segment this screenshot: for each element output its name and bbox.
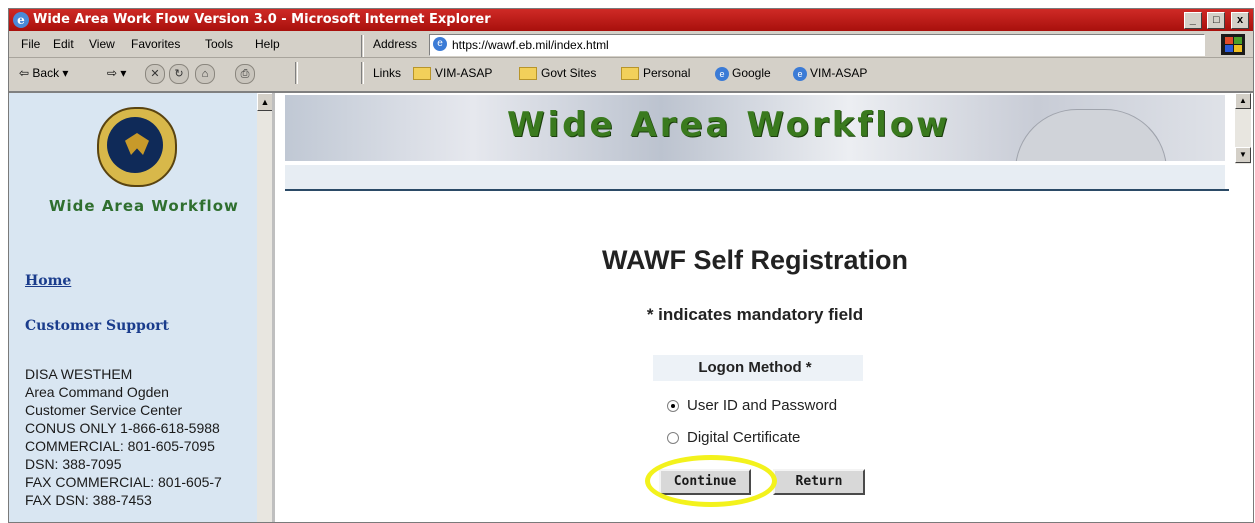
- separator: [295, 62, 298, 84]
- link-vim-asap-2[interactable]: e VIM-ASAP: [793, 66, 867, 81]
- link-label: VIM-ASAP: [435, 66, 493, 80]
- browser-window: e Wide Area Work Flow Version 3.0 - Micr…: [8, 8, 1254, 523]
- stop-icon[interactable]: ✕: [145, 64, 165, 84]
- back-button[interactable]: ⇦ Back ▾: [19, 66, 68, 80]
- maximize-button[interactable]: □: [1207, 12, 1226, 29]
- folder-icon: [621, 67, 639, 81]
- page-icon: e: [433, 37, 447, 51]
- menu-view[interactable]: View: [89, 37, 115, 51]
- ie-page-icon: e: [793, 66, 807, 81]
- option-label: User ID and Password: [687, 397, 838, 414]
- link-google[interactable]: e Google: [715, 66, 771, 81]
- link-label: Govt Sites: [541, 66, 597, 80]
- ie-logo-icon: e: [13, 12, 29, 28]
- link-govt-sites[interactable]: Govt Sites: [519, 66, 597, 81]
- sidebar-item-home[interactable]: Home: [25, 273, 71, 289]
- link-personal[interactable]: Personal: [621, 66, 691, 81]
- scroll-up-arrow-icon[interactable]: ▲: [1235, 93, 1251, 109]
- links-label: Links: [373, 66, 402, 80]
- separator: [361, 35, 364, 57]
- title-bar: e Wide Area Work Flow Version 3.0 - Micr…: [9, 9, 1253, 31]
- main-pane: Wide Area Workflow WAWF Self Registratio…: [275, 93, 1253, 522]
- option-digital-certificate[interactable]: Digital Certificate: [667, 429, 800, 446]
- logon-method-label: Logon Method *: [698, 359, 812, 376]
- contact-line: FAX DSN: 388-7453: [25, 492, 152, 508]
- scroll-up-arrow-icon[interactable]: ▲: [257, 93, 272, 111]
- close-button[interactable]: x: [1231, 12, 1249, 29]
- sidebar-scrollbar[interactable]: ▲: [257, 93, 272, 522]
- banner-band: [285, 165, 1225, 189]
- contact-line: DISA WESTHEM: [25, 366, 133, 382]
- address-label: Address: [373, 37, 418, 51]
- windows-logo-icon: [1221, 34, 1245, 55]
- mandatory-note: * indicates mandatory field: [646, 305, 864, 324]
- content-area: Wide Area Workflow Home Customer Support…: [9, 91, 1253, 522]
- contact-info: DISA WESTHEM Area Command Ogden Customer…: [25, 365, 222, 509]
- divider: [285, 189, 1229, 191]
- contact-line: DSN: 388-7095: [25, 456, 122, 472]
- menu-tools[interactable]: Tools: [205, 37, 233, 51]
- contact-line: FAX COMMERCIAL: 801-605-7: [25, 474, 222, 490]
- dod-seal-icon: [97, 107, 177, 187]
- globe-graphic: [1015, 109, 1167, 161]
- print-icon[interactable]: ⎙: [235, 64, 255, 84]
- address-bar[interactable]: e https://wawf.eb.mil/index.html ▼: [429, 34, 1205, 56]
- refresh-icon[interactable]: ↻: [169, 64, 189, 84]
- forward-button[interactable]: ⇨ ▾: [107, 66, 126, 80]
- link-label: VIM-ASAP: [810, 66, 868, 80]
- banner-title: Wide Area Workflow: [507, 105, 951, 145]
- toolbar: ⇦ Back ▾ ⇨ ▾ ✕ ↻ ⌂ ⎙ Links VIM-ASAP Govt…: [9, 58, 1253, 88]
- radio-userid-password[interactable]: [667, 400, 679, 413]
- contact-line: COMMERCIAL: 801-605-7095: [25, 438, 215, 454]
- main-scrollbar[interactable]: ▲ ▼: [1235, 93, 1251, 164]
- ie-page-icon: e: [715, 66, 729, 81]
- menu-file[interactable]: File: [21, 37, 40, 51]
- contact-line: Customer Service Center: [25, 402, 183, 418]
- menu-edit[interactable]: Edit: [53, 37, 74, 51]
- menu-bar: File Edit View Favorites Tools Help Addr…: [9, 31, 1253, 58]
- sidebar: Wide Area Workflow Home Customer Support…: [9, 93, 275, 522]
- address-input[interactable]: https://wawf.eb.mil/index.html: [452, 38, 609, 52]
- link-label: Google: [732, 66, 771, 80]
- menu-help[interactable]: Help: [255, 37, 280, 51]
- highlight-ellipse: [645, 455, 777, 507]
- contact-line: CONUS ONLY 1-866-618-5988: [25, 420, 220, 436]
- separator: [361, 62, 364, 84]
- link-label: Personal: [643, 66, 691, 80]
- sidebar-brand: Wide Area Workflow: [49, 197, 239, 215]
- menu-favorites[interactable]: Favorites: [131, 37, 180, 51]
- folder-icon: [519, 67, 537, 81]
- contact-line: Area Command Ogden: [25, 384, 169, 400]
- home-icon[interactable]: ⌂: [195, 64, 215, 84]
- radio-digital-certificate[interactable]: [667, 432, 679, 445]
- option-label: Digital Certificate: [687, 429, 801, 446]
- window-title: Wide Area Work Flow Version 3.0 - Micros…: [33, 12, 491, 27]
- scroll-down-arrow-icon[interactable]: ▼: [1235, 147, 1251, 163]
- return-button[interactable]: Return: [773, 469, 865, 495]
- minimize-button[interactable]: _: [1183, 12, 1202, 29]
- link-vim-asap[interactable]: VIM-ASAP: [413, 66, 493, 81]
- page-title: WAWF Self Registration: [601, 245, 909, 275]
- sidebar-item-customer-support[interactable]: Customer Support: [25, 318, 169, 334]
- back-label: Back: [32, 66, 60, 80]
- folder-icon: [413, 67, 431, 81]
- option-userid-password[interactable]: User ID and Password: [667, 397, 837, 414]
